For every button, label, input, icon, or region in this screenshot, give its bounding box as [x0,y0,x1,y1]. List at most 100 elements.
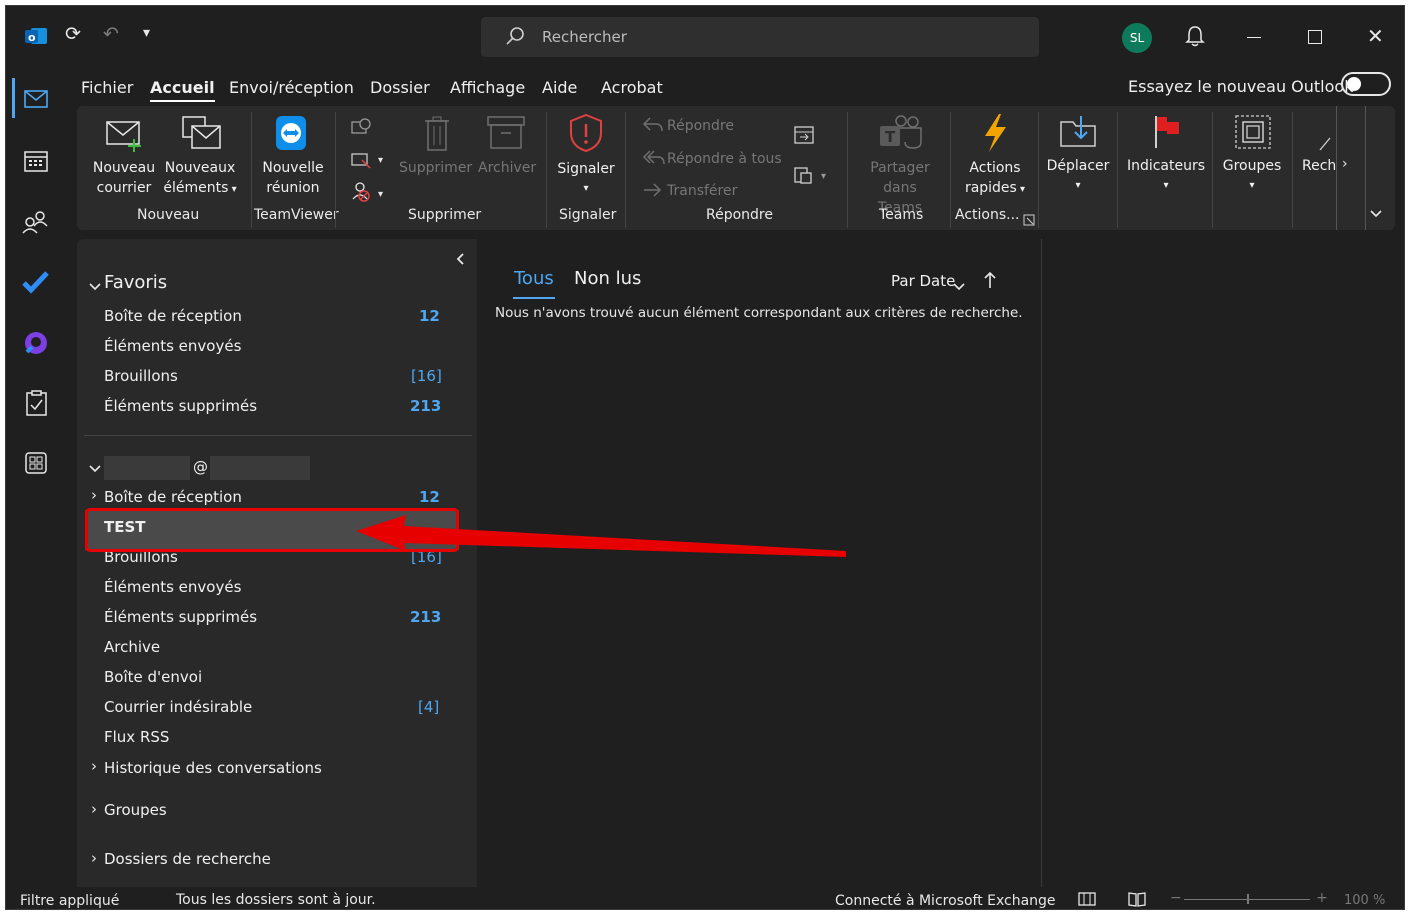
maximize-button[interactable] [1308,30,1322,44]
chevron-right-icon[interactable]: › [91,800,97,818]
acc-junk-count: [4] [418,698,440,716]
chevron-down-icon: ▾ [583,183,589,194]
groups-folder[interactable]: Groupes [104,801,167,819]
search-box[interactable]: Rechercher [481,17,1039,57]
chevron-right-icon[interactable]: › [91,849,97,867]
new-mail-label-2: courrier [96,180,152,196]
menu-acrobat[interactable]: Acrobat [601,78,663,97]
new-mail-label-1: Nouveau [92,160,156,176]
fav-sent[interactable]: Éléments envoyés [104,337,241,355]
ignore-icon[interactable] [351,118,371,140]
archive-button[interactable]: Archiver [478,158,536,178]
minimize-button[interactable] [1247,37,1261,38]
acc-conversation-history[interactable]: Historique des conversations [104,759,322,777]
reply-all-button[interactable]: Répondre à tous [667,149,782,169]
move-label: Déplacer [1046,158,1110,174]
quick-actions-button[interactable]: Actions rapides ▾ [959,158,1031,200]
chevron-right-icon[interactable]: › [91,757,97,775]
new-items-label-1: Nouveaux [164,160,236,176]
acc-sent[interactable]: Éléments envoyés [104,578,241,596]
delete-button[interactable]: Supprimer [399,158,472,178]
zoom-slider-thumb[interactable] [1247,894,1249,904]
close-button[interactable]: ✕ [1367,24,1384,48]
chevron-right-icon[interactable]: › [91,486,97,504]
notification-bell-icon[interactable] [1185,25,1205,51]
reply-all-icon [642,149,666,171]
redacted-account-block [104,456,190,480]
reading-pane [1041,239,1396,887]
apps-icon[interactable] [25,452,47,478]
calendar-icon[interactable] [24,150,48,176]
report-label: Signaler [557,161,615,177]
menu-envoi-reception[interactable]: Envoi/réception [229,78,354,97]
acc-inbox[interactable]: Boîte de réception [104,488,242,506]
cleanup-icon[interactable]: ▾ [351,151,391,173]
collapse-pane-chevron-icon[interactable] [455,251,465,270]
ribbon-separator [625,112,626,228]
menu-accueil[interactable]: Accueil [150,78,215,102]
people-icon[interactable] [22,210,48,238]
acc-archive[interactable]: Archive [104,638,160,656]
menu-fichier[interactable]: Fichier [81,78,133,97]
move-button[interactable]: Déplacer ▾ [1046,156,1110,196]
search-folders[interactable]: Dossiers de recherche [104,850,271,868]
acc-junk[interactable]: Courrier indésirable [104,698,252,716]
tab-unread[interactable]: Non lus [574,268,641,289]
chevron-down-icon [89,465,101,473]
menu-aide[interactable]: Aide [542,78,577,97]
more-respond-icon[interactable]: ▾ [793,164,833,190]
menu-affichage[interactable]: Affichage [450,78,525,97]
acc-inbox-count: 12 [419,488,440,506]
groups-button[interactable]: Groupes ▾ [1219,156,1285,196]
new-outlook-toggle[interactable] [1341,72,1391,96]
empty-list-message: Nous n'avons trouvé aucun élément corres… [495,305,1023,321]
search-ribbon-button[interactable]: Rech [1302,156,1336,176]
svg-text:T: T [885,128,896,146]
junk-icon[interactable]: ▾ [351,181,391,207]
reading-view-icon[interactable] [1128,891,1146,909]
group-label-respond: Répondre [706,207,773,223]
meeting-reply-icon[interactable] [793,124,815,150]
acc-rss[interactable]: Flux RSS [104,728,169,746]
new-items-button[interactable]: Nouveaux éléments ▾ [162,158,238,200]
mail-icon[interactable] [24,90,48,112]
svg-text:o: o [28,31,36,44]
teams-icon: T [879,114,923,156]
tasks-icon[interactable] [26,390,48,420]
flags-button[interactable]: Indicateurs ▾ [1126,156,1206,196]
quick-access-dropdown-icon[interactable]: ▾ [143,25,150,41]
zoom-out-icon[interactable]: − [1170,890,1182,906]
ribbon-separator [546,112,547,228]
fav-deleted[interactable]: Éléments supprimés [104,397,257,415]
avatar[interactable]: SL [1122,23,1152,53]
normal-view-icon[interactable] [1078,892,1096,909]
sort-by-date[interactable]: Par Date [891,272,955,290]
tab-all[interactable]: Tous [514,268,554,289]
search-people-icon [1318,136,1332,156]
ribbon-scroll-right[interactable] [1336,106,1366,230]
acc-deleted[interactable]: Éléments supprimés [104,608,257,626]
new-mail-icon [106,119,146,157]
acc-outbox[interactable]: Boîte d'envoi [104,668,202,686]
fav-inbox[interactable]: Boîte de réception [104,307,242,325]
sort-chevron-down-icon[interactable] [952,277,966,296]
todo-check-icon[interactable] [22,270,50,298]
sync-icon[interactable]: ⟳ [65,23,81,45]
new-mail-button[interactable]: Nouveau courrier [89,158,159,198]
quick-actions-label-1: Actions [969,160,1021,176]
undo-icon[interactable]: ↶ [103,23,119,45]
dialog-launcher-icon[interactable] [1023,211,1035,230]
ribbon-collapse-chevron-icon[interactable] [1369,204,1383,223]
new-meeting-button[interactable]: Nouvelle réunion [258,158,328,198]
menu-dossier[interactable]: Dossier [370,78,430,97]
redacted-account-block [210,456,310,480]
fav-drafts[interactable]: Brouillons [104,367,178,385]
report-button[interactable]: Signaler ▾ [554,159,618,199]
forward-button[interactable]: Transférer [667,181,737,201]
groups-icon [1234,114,1272,154]
sort-direction-arrow-icon[interactable] [984,271,996,293]
search-placeholder: Rechercher [542,28,627,46]
zoom-in-icon[interactable]: + [1316,890,1328,906]
reply-button[interactable]: Répondre [667,116,734,136]
viva-engage-icon[interactable] [23,330,49,360]
